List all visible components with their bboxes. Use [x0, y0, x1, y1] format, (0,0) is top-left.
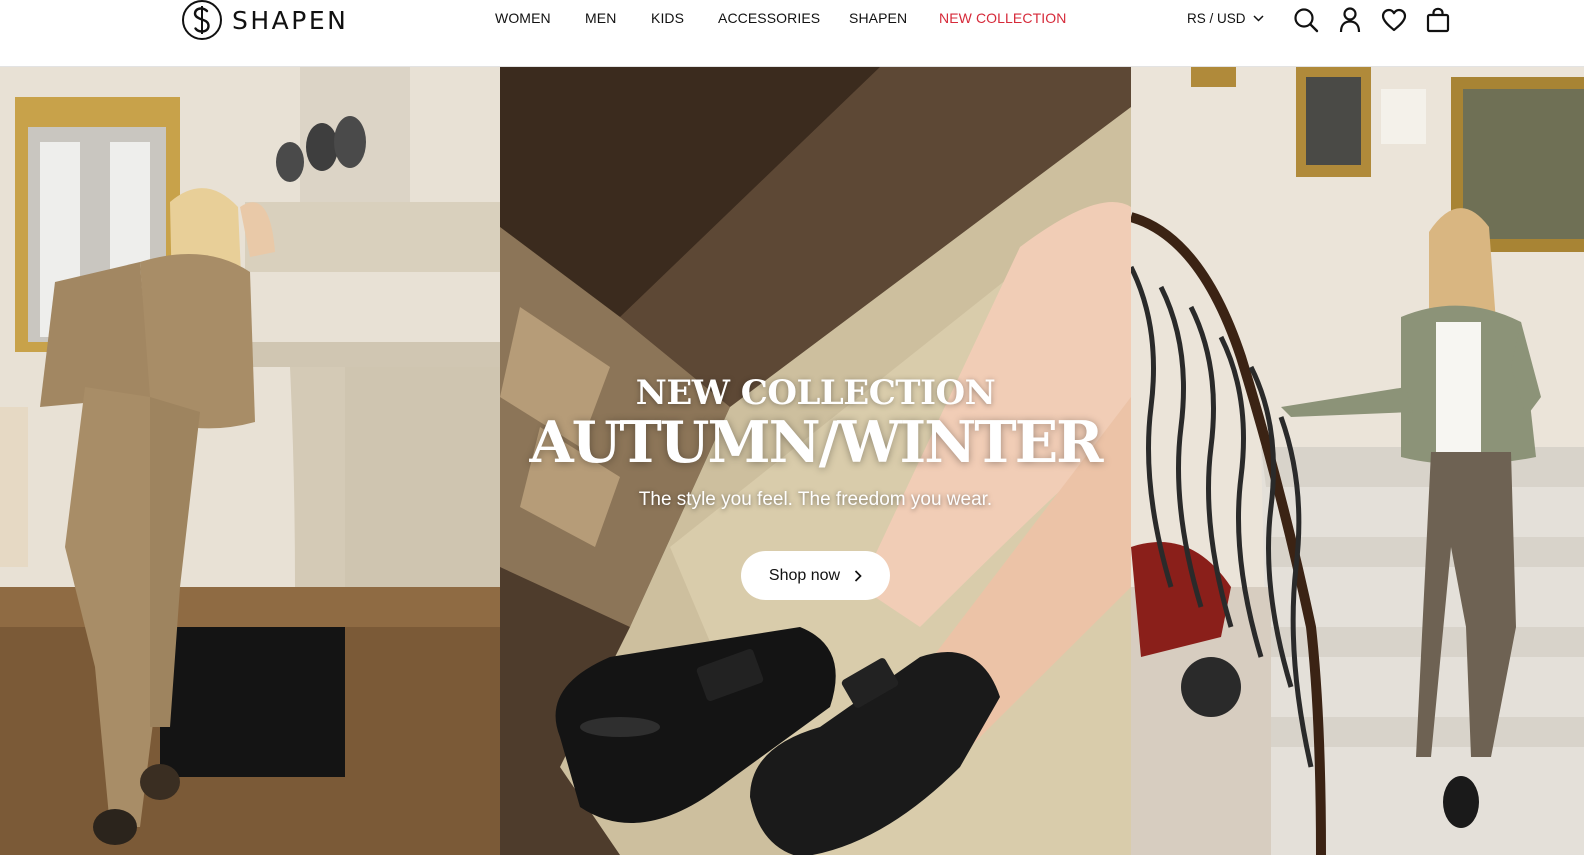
nav-item-accessories[interactable]: ACCESSORIES: [718, 10, 820, 26]
site-header: SHAPEN WOMEN MEN KIDS ACCESSORIES SHAPEN…: [0, 0, 1584, 67]
wishlist-heart-icon[interactable]: [1379, 5, 1409, 35]
search-icon[interactable]: [1291, 5, 1321, 35]
account-icon[interactable]: [1335, 5, 1365, 35]
hero-image-left: [0, 67, 500, 855]
hero-image-right: [1131, 67, 1584, 855]
currency-selector[interactable]: RS / USD: [1187, 11, 1264, 26]
chevron-right-icon: [854, 569, 862, 582]
hero-title: AUTUMN/WINTER: [529, 409, 1103, 476]
hero-banner: NEW COLLECTION AUTUMN/WINTER The style y…: [0, 67, 1584, 855]
nav-item-new-collection[interactable]: NEW COLLECTION: [939, 10, 1066, 26]
nav-item-shapen[interactable]: SHAPEN: [849, 10, 907, 26]
shop-now-button[interactable]: Shop now: [741, 551, 890, 600]
nav-item-men[interactable]: MEN: [585, 10, 616, 26]
hero-kicker: NEW COLLECTION: [635, 373, 996, 413]
shopping-bag-icon[interactable]: [1423, 5, 1453, 35]
currency-label: RS / USD: [1187, 11, 1246, 26]
nav-item-kids[interactable]: KIDS: [651, 10, 684, 26]
shop-now-label: Shop now: [768, 566, 841, 584]
nav-item-women[interactable]: WOMEN: [495, 10, 551, 26]
hero-subtitle: The style you feel. The freedom you wear…: [638, 489, 993, 510]
chevron-down-icon: [1252, 15, 1264, 22]
hero-copy: NEW COLLECTION AUTUMN/WINTER The style y…: [500, 373, 1131, 511]
